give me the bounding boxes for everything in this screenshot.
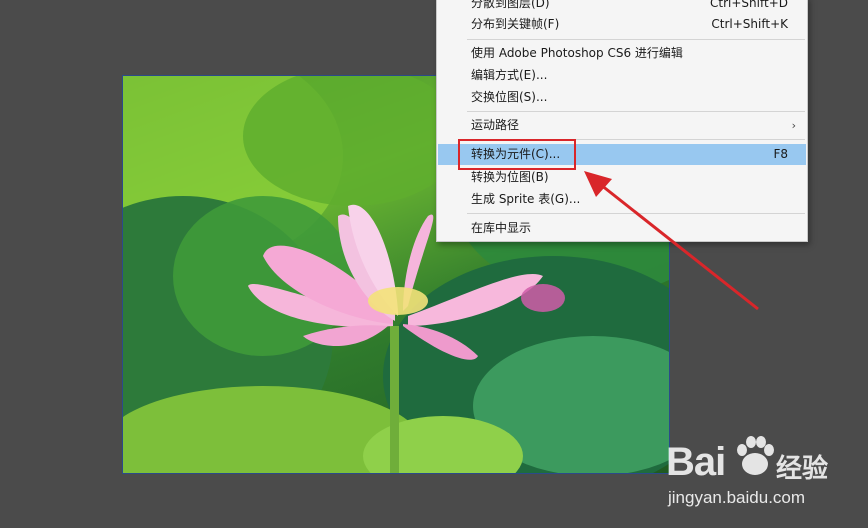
menu-item-shortcut: Ctrl+Shift+K (711, 17, 788, 31)
menu-item-swap-bitmap[interactable]: 交换位图(S)... (438, 87, 806, 108)
menu-item-label: 在库中显示 (471, 221, 532, 235)
baidu-jingyan-watermark: Bai 经验 jingyan.baidu.com (664, 432, 864, 518)
menu-item-label: 生成 Sprite 表(G)... (471, 192, 581, 206)
watermark-cn: 经验 (776, 454, 829, 484)
menu-item-motion-path[interactable]: 运动路径 › (438, 115, 806, 136)
highlight-box (458, 139, 576, 170)
menu-item-label: 交换位图(S)... (471, 90, 548, 104)
menu-item-label: 分散到图层(D) (471, 0, 550, 10)
menu-item-shortcut: F8 (773, 147, 788, 161)
paw-icon (737, 436, 774, 475)
menu-item-label: 运动路径 (471, 118, 520, 132)
watermark-url: jingyan.baidu.com (668, 488, 806, 507)
watermark-brand: Bai (666, 440, 726, 484)
menu-item-label: 使用 Adobe Photoshop CS6 进行编辑 (471, 46, 683, 60)
menu-item-label: 转换为位图(B) (471, 170, 549, 184)
submenu-chevron-icon: › (791, 119, 796, 132)
menu-item-distribute-to-keyframes[interactable]: 分布到关键帧(F) Ctrl+Shift+K (438, 14, 806, 35)
annotation-arrow-icon (584, 171, 759, 311)
menu-item-edit-with-photoshop[interactable]: 使用 Adobe Photoshop CS6 进行编辑 (438, 43, 806, 64)
menu-item-edit-with[interactable]: 编辑方式(E)... (438, 65, 806, 86)
menu-separator (467, 39, 805, 40)
menu-item-label: 分布到关键帧(F) (471, 17, 560, 31)
menu-separator (467, 111, 805, 112)
menu-item-label: 编辑方式(E)... (471, 68, 548, 82)
menu-item-shortcut: Ctrl+Shift+D (710, 0, 788, 10)
menu-item-distribute-to-layers[interactable]: 分散到图层(D) Ctrl+Shift+D (438, 0, 806, 14)
